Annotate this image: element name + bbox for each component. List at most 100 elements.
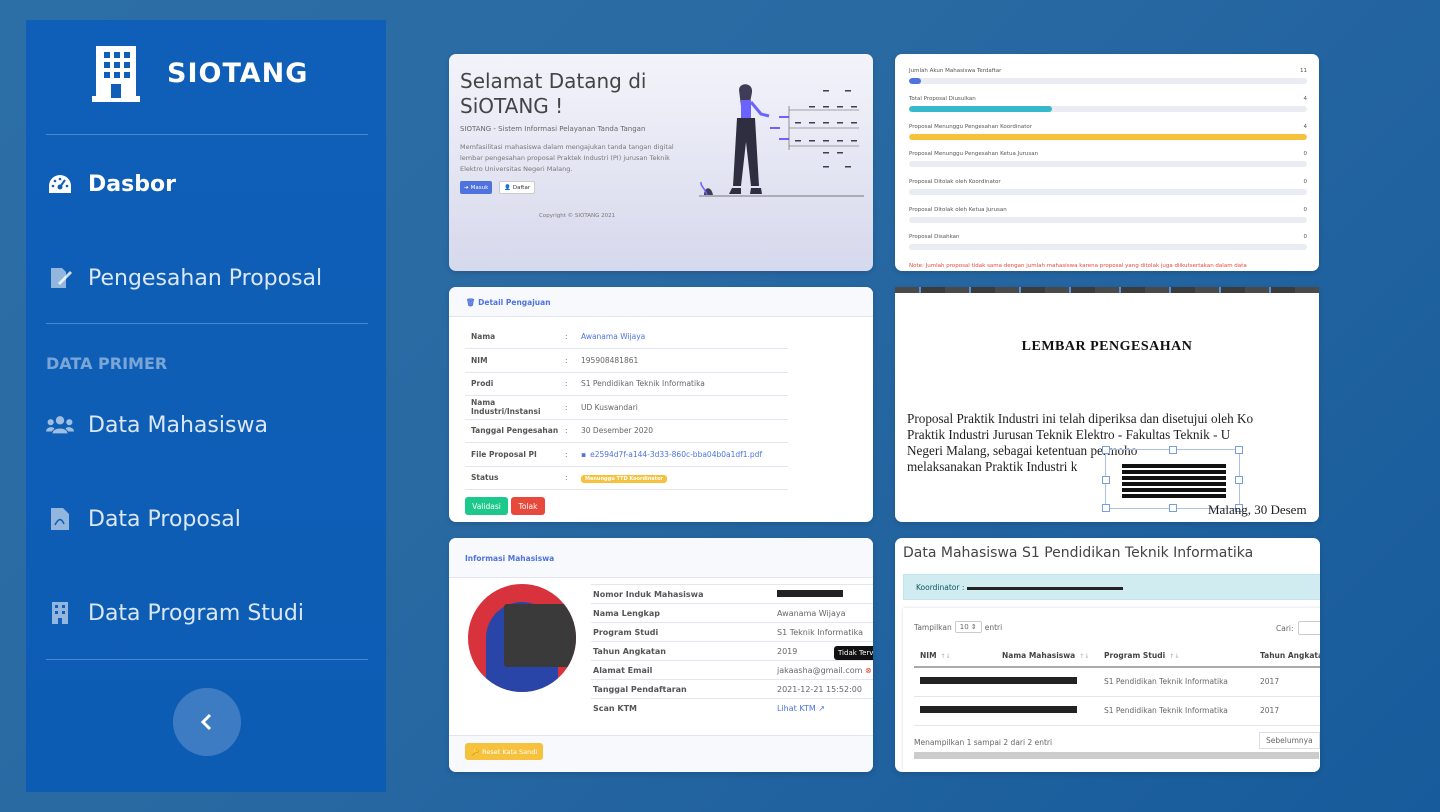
signature-selection[interactable] bbox=[1102, 446, 1243, 512]
sidebar-item-data-mahasiswa[interactable]: Data Mahasiswa bbox=[46, 405, 366, 445]
stat-row: Jumlah Akun Mahasiswa Terdaftar 11 bbox=[909, 68, 1307, 84]
welcome-description: Memfasilitasi mahasiswa dalam mengajukan… bbox=[460, 143, 674, 173]
stat-progress-bar bbox=[909, 161, 1307, 167]
stat-value: 4 bbox=[1303, 124, 1308, 130]
statistics-card: Jumlah Akun Mahasiswa Terdaftar 11 Total … bbox=[895, 54, 1319, 271]
row-colon: : bbox=[565, 419, 581, 443]
table-row: Nama Lengkap Awanama Wijaya bbox=[591, 603, 873, 623]
sort-icon: ↑↓ bbox=[940, 652, 951, 660]
unverified-icon[interactable]: ⊗ bbox=[865, 666, 872, 675]
tolak-button[interactable]: Tolak bbox=[511, 497, 545, 515]
chevron-left-icon bbox=[200, 713, 212, 731]
resize-handle[interactable] bbox=[1102, 504, 1110, 512]
stat-label: Jumlah Akun Mahasiswa Terdaftar bbox=[909, 68, 1002, 74]
table-row: Tanggal Pendaftaran 2021-12-21 15:52:00 bbox=[591, 679, 873, 699]
sidebar-divider bbox=[46, 323, 368, 324]
daftar-button[interactable]: 👤 Daftar bbox=[499, 181, 536, 194]
tooltip: Tidak Terve bbox=[834, 646, 873, 660]
building-icon bbox=[46, 599, 74, 627]
row-colon: : bbox=[565, 372, 581, 396]
resize-handle[interactable] bbox=[1169, 446, 1177, 454]
brand[interactable]: SIOTANG bbox=[26, 20, 386, 135]
table-header-row: NIM ↑↓ Nama Mahasiswa ↑↓ Program Studi ↑↓ T… bbox=[914, 644, 1320, 668]
proposal-file-link[interactable]: ▪ e2594d7f-a144-3d33-860c-bba04b0a1df1.pd… bbox=[581, 442, 788, 467]
sidebar-item-label: Pengesahan Proposal bbox=[88, 265, 323, 291]
sidebar-item-dasbor[interactable]: Dasbor bbox=[46, 164, 366, 204]
entries-label: entri bbox=[984, 622, 1003, 632]
stat-progress-bar bbox=[909, 78, 1307, 84]
brand-name: SIOTANG bbox=[167, 58, 309, 89]
sidebar-item-data-program-studi[interactable]: Data Program Studi bbox=[46, 593, 366, 633]
column-header[interactable]: Tahun Angkatan bbox=[1254, 644, 1320, 668]
cell-tahun: 2017 bbox=[1254, 696, 1320, 726]
file-pdf-icon bbox=[46, 505, 74, 533]
table-row: Status: Menunggu TTD Koordinator bbox=[465, 466, 788, 490]
redacted-value bbox=[966, 586, 1123, 590]
copyright: Copyright © SIOTANG 2021 bbox=[539, 213, 616, 219]
stat-label: Proposal Menunggu Pengesahan Koordinator bbox=[909, 124, 1032, 130]
stat-progress-bar bbox=[909, 189, 1307, 195]
row-value: Awanama Wijaya bbox=[777, 603, 873, 623]
document-title: LEMBAR PENGESAHAN bbox=[1021, 339, 1193, 354]
informasi-mahasiswa-card: Informasi Mahasiswa Nomor Induk Mahasisw… bbox=[449, 538, 873, 772]
reset-password-button[interactable]: 🔑 Reset Kata Sandi bbox=[465, 743, 544, 760]
table-row[interactable]: S1 Pendidikan Teknik Informatika 2017 bbox=[914, 667, 1320, 697]
row-colon: : bbox=[565, 466, 581, 490]
row-value: S1 Teknik Informatika bbox=[777, 622, 873, 642]
sign-in-icon: ➔ bbox=[464, 184, 469, 191]
tachometer-icon bbox=[46, 170, 74, 198]
resize-handle[interactable] bbox=[1235, 446, 1243, 454]
card-footer: 🔑 Reset Kata Sandi bbox=[449, 735, 873, 772]
table-row: Prodi: S1 Pendidikan Teknik Informatika bbox=[465, 372, 788, 396]
welcome-title: Selamat Datang di SiOTANG ! bbox=[460, 69, 647, 118]
row-colon: : bbox=[565, 395, 581, 420]
validasi-button[interactable]: Validasi bbox=[465, 497, 508, 515]
table-row: Nama: Awanama Wijaya bbox=[465, 325, 788, 349]
stat-value: 11 bbox=[1300, 68, 1307, 74]
row-value: UD Kuswandari bbox=[581, 395, 788, 420]
stat-progress-bar bbox=[909, 244, 1307, 250]
horizontal-scrollbar[interactable] bbox=[914, 752, 1319, 759]
row-colon: : bbox=[565, 442, 581, 467]
data-table-container: Tampilkan 10 ⇕ entri Cari: NIM ↑↓ Nama Ma… bbox=[903, 608, 1320, 772]
sidebar-item-pengesahan-proposal[interactable]: Pengesahan Proposal bbox=[46, 258, 366, 298]
sidebar-item-data-proposal[interactable]: Data Proposal bbox=[46, 499, 366, 539]
stat-label: Total Proposal Diusulkan bbox=[909, 96, 976, 102]
stat-label: Proposal Disahkan bbox=[909, 234, 960, 240]
sidebar-section-heading: DATA PRIMER bbox=[46, 354, 168, 373]
previous-page-button[interactable]: Sebelumnya bbox=[1259, 732, 1320, 749]
column-header[interactable]: Program Studi ↑↓ bbox=[1098, 644, 1254, 668]
entries-select[interactable]: 10 ⇕ bbox=[954, 621, 982, 633]
document-line: Proposal Praktik Industri ini telah dipe… bbox=[907, 411, 1254, 426]
cell-prodi: S1 Pendidikan Teknik Informatika bbox=[1098, 696, 1254, 726]
stat-progress-bar bbox=[909, 106, 1307, 112]
column-header[interactable]: Nama Mahasiswa ↑↓ bbox=[996, 644, 1098, 668]
card-header-title: Informasi Mahasiswa bbox=[465, 554, 555, 563]
masuk-button[interactable]: ➔ Masuk bbox=[460, 181, 493, 194]
column-label: Nama Mahasiswa bbox=[1002, 650, 1076, 660]
data-mahasiswa-card: Data Mahasiswa S1 Pendidikan Teknik Info… bbox=[895, 538, 1320, 772]
row-colon: : bbox=[565, 348, 581, 373]
welcome-subtitle: SIOTANG - Sistem Informasi Pelayanan Tan… bbox=[460, 125, 646, 133]
stat-row: Proposal Menunggu Pengesahan Ketua Jurus… bbox=[909, 151, 1307, 167]
daftar-label: Daftar bbox=[512, 184, 531, 191]
search-input[interactable] bbox=[1297, 621, 1320, 635]
row-key: Scan KTM bbox=[591, 698, 777, 718]
row-key: Program Studi bbox=[591, 622, 777, 642]
stat-row: Proposal Menunggu Pengesahan Koordinator… bbox=[909, 124, 1307, 140]
lihat-ktm-link[interactable]: Lihat KTM ↗ bbox=[777, 698, 873, 718]
resize-handle[interactable] bbox=[1169, 504, 1177, 512]
resize-handle[interactable] bbox=[1102, 476, 1110, 484]
stat-progress-fill bbox=[909, 78, 921, 84]
resize-handle[interactable] bbox=[1235, 476, 1243, 484]
sidebar-toggle-button[interactable] bbox=[173, 688, 241, 756]
stat-value: 0 bbox=[1303, 151, 1308, 157]
resize-handle[interactable] bbox=[1102, 446, 1110, 454]
document-toolbar-strip bbox=[895, 287, 1319, 293]
status-badge: Menunggu TTD Koordinator bbox=[581, 475, 667, 484]
column-header[interactable]: NIM ↑↓ bbox=[914, 644, 996, 668]
row-value[interactable]: Awanama Wijaya bbox=[581, 325, 788, 349]
table-row: Scan KTM Lihat KTM ↗ bbox=[591, 698, 873, 718]
table-row[interactable]: S1 Pendidikan Teknik Informatika 2017 bbox=[914, 696, 1320, 726]
stat-value: 0 bbox=[1303, 234, 1308, 240]
